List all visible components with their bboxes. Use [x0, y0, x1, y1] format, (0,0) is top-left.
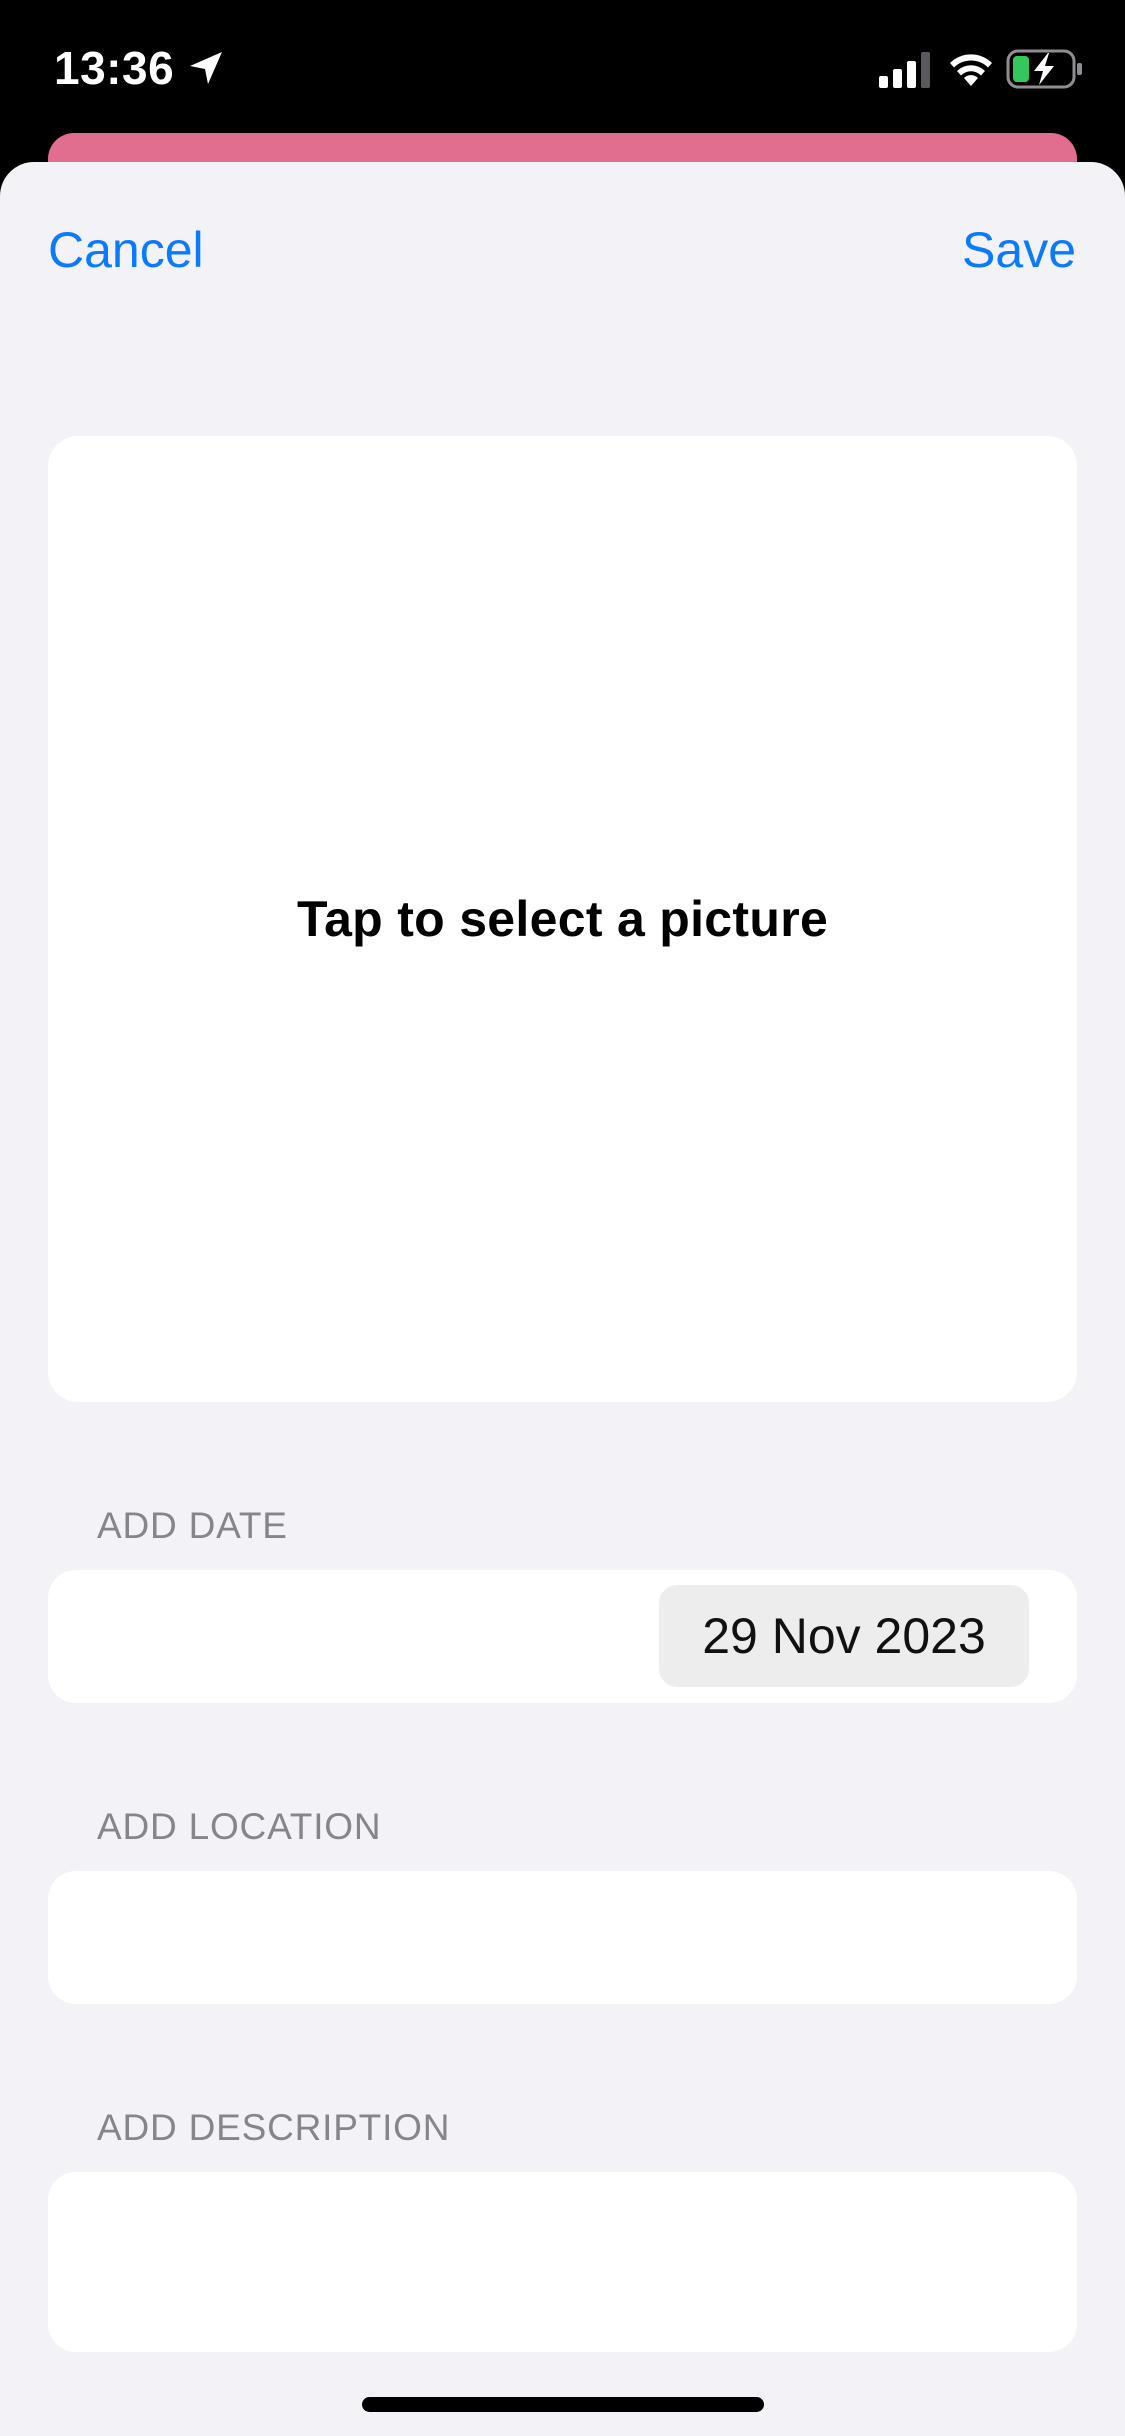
description-section-header: ADD DESCRIPTION — [97, 2107, 451, 2148]
location-section-header: ADD LOCATION — [97, 1806, 382, 1847]
description-field-card — [48, 2172, 1077, 2352]
picture-prompt: Tap to select a picture — [296, 891, 829, 947]
location-field-card — [48, 1871, 1077, 2004]
status-time: 13:36 — [54, 42, 175, 94]
cancel-button[interactable]: Cancel — [48, 220, 204, 280]
date-field-card: 29 Nov 2023 — [48, 1570, 1077, 1703]
location-input[interactable] — [88, 1871, 1037, 2004]
picture-picker[interactable]: Tap to select a picture — [48, 436, 1077, 1402]
description-input[interactable] — [88, 2202, 1037, 2322]
home-indicator — [362, 2397, 764, 2412]
cellular-signal-icon — [879, 52, 930, 88]
wifi-icon — [950, 54, 992, 86]
save-button[interactable]: Save — [962, 220, 1076, 280]
date-section-header: ADD DATE — [97, 1505, 288, 1546]
battery-charging-icon — [1006, 49, 1082, 89]
location-arrow-icon — [190, 52, 222, 84]
status-bar: 13:36 — [0, 0, 1125, 132]
date-picker-button[interactable]: 29 Nov 2023 — [659, 1585, 1029, 1687]
add-entry-sheet: Cancel Save Tap to select a picture ADD … — [0, 162, 1125, 2436]
